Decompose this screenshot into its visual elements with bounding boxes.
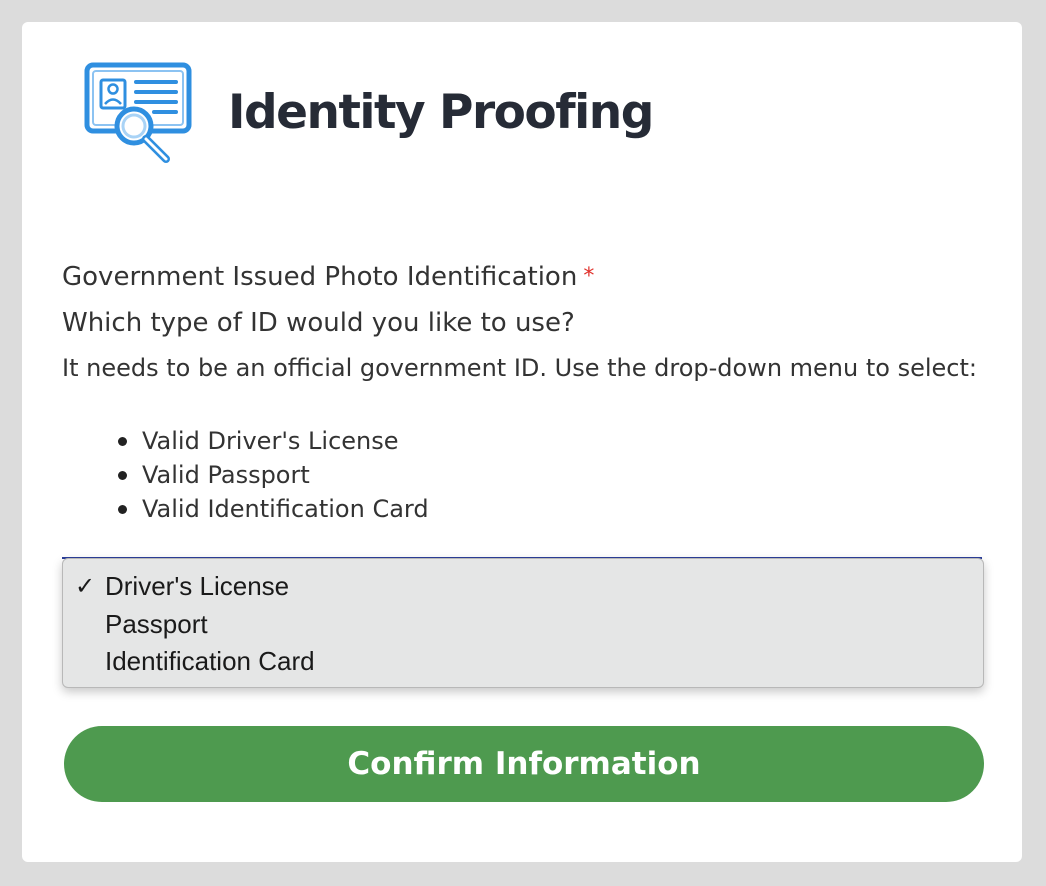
dropdown-option-identification-card[interactable]: Identification Card — [63, 642, 983, 680]
bullet-icon — [118, 471, 127, 480]
list-item-label: Valid Identification Card — [142, 495, 429, 523]
list-item-label: Valid Passport — [142, 461, 310, 489]
confirm-information-button[interactable]: Confirm Information — [64, 726, 984, 802]
checkmark-icon: ✓ — [75, 572, 96, 600]
id-card-search-icon — [84, 62, 192, 163]
list-item: Valid Driver's License — [104, 424, 429, 458]
required-marker: * — [583, 264, 595, 289]
id-type-dropdown-menu[interactable]: ✓ Driver's License Passport Identificati… — [62, 558, 984, 688]
bullet-icon — [118, 437, 127, 446]
brand-title: Identity Proofing — [228, 85, 654, 140]
accepted-id-list: Valid Driver's License Valid Passport Va… — [104, 424, 429, 526]
list-item: Valid Passport — [104, 458, 429, 492]
option-label: Driver's License — [105, 571, 290, 601]
option-label: Identification Card — [105, 646, 315, 676]
list-item: Valid Identification Card — [104, 492, 429, 526]
dropdown-option-drivers-license[interactable]: ✓ Driver's License — [63, 567, 983, 605]
field-label: Government Issued Photo Identification * — [62, 258, 594, 296]
list-item-label: Valid Driver's License — [142, 427, 399, 455]
instructions-text: It needs to be an official government ID… — [62, 354, 977, 382]
identity-proofing-card: Identity Proofing Government Issued Phot… — [22, 22, 1022, 862]
dropdown-option-passport[interactable]: Passport — [63, 605, 983, 643]
bullet-icon — [118, 505, 127, 514]
field-label-text: Government Issued Photo Identification — [62, 262, 578, 292]
option-label: Passport — [105, 609, 208, 639]
id-type-question: Which type of ID would you like to use? — [62, 308, 575, 338]
